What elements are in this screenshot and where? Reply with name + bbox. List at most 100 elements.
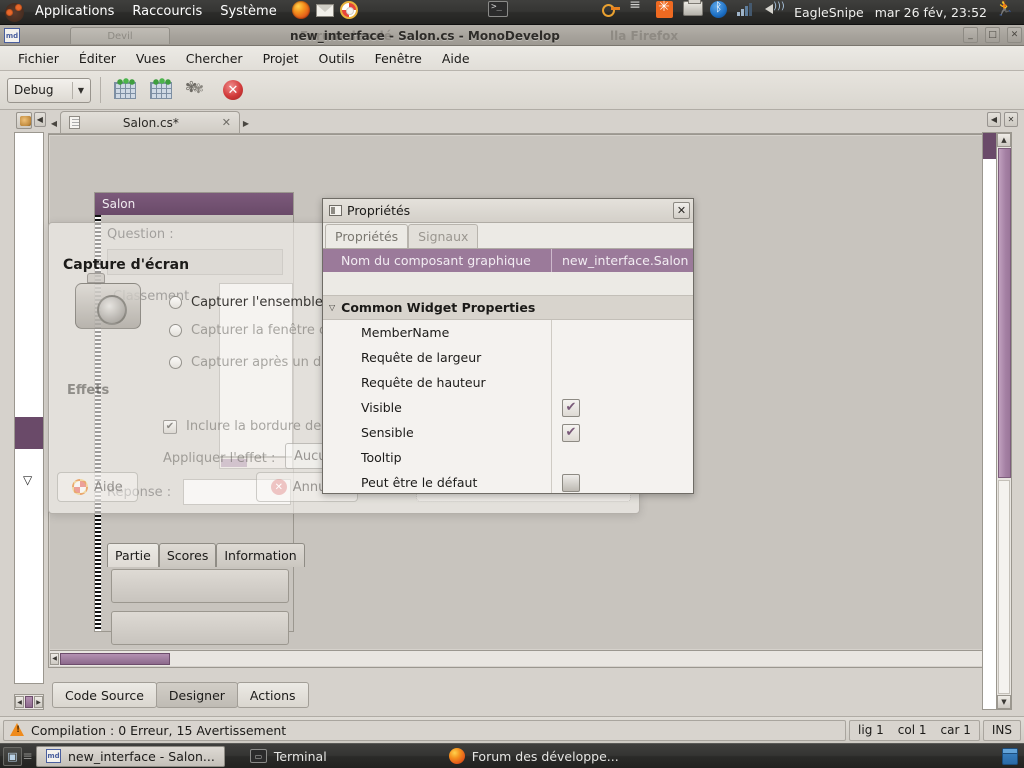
keyring-icon[interactable] [602,1,624,23]
configuration-combobox[interactable]: Debug ▼ [7,77,91,103]
chevron-down-icon[interactable]: ▽ [23,473,32,487]
left-horizontal-scrollbar[interactable]: ◀ ▶ [14,694,44,710]
radio-icon-window[interactable] [169,324,182,337]
section-common-widget-properties[interactable]: ▽ Common Widget Properties [323,295,693,320]
table-row[interactable]: Sensible ✔ [323,420,693,445]
table-row[interactable]: Visible ✔ [323,395,693,420]
designed-tab-information[interactable]: Information [216,543,305,567]
right-pad-collapse-button[interactable]: ◀ [987,112,1001,127]
build-options-button[interactable] [182,76,212,104]
tab-code-source[interactable]: Code Source [52,682,157,708]
pad-collapse-button[interactable]: ◀ [33,112,46,127]
task-monodevelop[interactable]: md new_interface - Salon... [36,745,225,767]
tab-scroll-right-icon[interactable]: ▶ [240,113,252,133]
terminal-icon[interactable] [488,1,510,23]
task-firefox[interactable]: Forum des développe... [440,746,628,767]
build-button[interactable] [110,76,140,104]
mail-icon[interactable] [315,1,338,23]
tab-designer[interactable]: Designer [155,682,238,708]
chevron-down-icon-section-1[interactable]: ▽ [329,303,335,312]
designed-panel-row-2[interactable] [111,611,289,645]
checkbox-sensible[interactable]: ✔ [562,423,580,442]
panel-clock[interactable]: mar 26 fév, 23:52 [871,5,991,20]
minimize-button[interactable]: _ [963,27,978,43]
tab-actions[interactable]: Actions [236,682,309,708]
logout-icon[interactable] [995,0,1017,23]
menu-outils[interactable]: Outils [308,48,364,69]
tab-scroll-left-icon[interactable]: ◀ [48,113,60,133]
document-tab-label: Salon.cs* [122,115,179,130]
task-terminal[interactable]: Terminal [241,746,336,767]
menu-vues[interactable]: Vues [126,48,176,69]
menu-aide[interactable]: Aide [432,48,480,69]
close-icon[interactable]: ✕ [222,116,231,129]
table-row[interactable]: MemberName [323,320,693,345]
right-vertical-scrollbar[interactable]: ▲ ▼ [996,132,1012,710]
help-button[interactable]: Aide [57,472,138,502]
menu-projet[interactable]: Projet [253,48,309,69]
warning-icon [10,723,25,737]
left-document-strip[interactable]: ▽ [14,132,44,684]
panel-menu-applications[interactable]: Applications [26,2,123,22]
panel-username[interactable]: EagleSnipe [790,5,868,20]
checkbox-can-default[interactable] [562,473,580,492]
designed-tab-scores[interactable]: Scores [158,543,217,567]
menu-fenetre[interactable]: Fenêtre [365,48,432,69]
menu-editer[interactable]: Éditer [69,48,126,69]
designed-notebook-tabs: Partie Scores Information [107,541,305,567]
run-button[interactable] [146,76,176,104]
designed-tab-partie[interactable]: Partie [107,543,159,567]
tab-proprietes[interactable]: Propriétés [325,224,409,248]
bluetooth-icon[interactable] [710,0,732,23]
window-titlebar[interactable]: md Devil Forum des dé lla Firefox new_in… [0,25,1024,46]
right-scroll-up-icon[interactable]: ▲ [997,133,1011,147]
ubuntu-logo-icon[interactable] [5,2,24,22]
scroll-left-icon-2[interactable]: ◀ [50,652,59,665]
designed-panel-row-1[interactable] [111,569,289,603]
list-icon[interactable] [629,0,651,23]
panel-menu-raccourcis[interactable]: Raccourcis [123,2,211,22]
checkbox-visible[interactable]: ✔ [562,398,580,417]
table-row[interactable]: Requête de largeur [323,345,693,370]
column-divider [551,370,552,395]
close-button[interactable]: ✕ [1007,27,1022,43]
menu-chercher[interactable]: Chercher [176,48,253,69]
show-desktop-button[interactable]: ▣ [3,746,22,766]
help-icon[interactable] [339,1,362,23]
solution-pad-icon[interactable] [16,112,32,129]
scrollbar-thumb-horizontal[interactable] [60,652,170,665]
menu-fichier[interactable]: Fichier [8,48,69,69]
designer-horizontal-scrollbar[interactable]: ◀ ▶ [50,650,994,666]
update-icon[interactable] [656,0,678,23]
maximize-button[interactable]: □ [985,27,1000,43]
document-tab-strip: ◀ Salon.cs* ✕ ▶ [48,110,1012,134]
properties-list[interactable]: ▽ Common Widget Properties MemberName Re… [323,295,693,493]
printer-icon[interactable] [683,0,705,23]
scroll-left-icon[interactable]: ◀ [15,696,24,708]
properties-close-icon[interactable]: ✕ [673,202,690,219]
document-tab-salon-cs[interactable]: Salon.cs* ✕ [60,111,240,133]
table-row[interactable]: Requête de hauteur [323,370,693,395]
right-pad-close-button[interactable]: ✕ [1004,112,1018,127]
table-row[interactable]: Peut être le défaut [323,470,693,493]
radio-icon-delay[interactable] [169,356,182,369]
right-scroll-down-icon[interactable]: ▼ [997,695,1011,709]
checkbox-icon-include-border[interactable]: ✔ [163,419,177,434]
scroll-right-icon[interactable]: ▶ [34,696,43,708]
radio-icon-desktop[interactable] [169,296,182,309]
right-scrollbar-thumb[interactable] [997,148,1011,478]
firefox-icon[interactable] [291,1,314,23]
insert-mode[interactable]: INS [982,719,1021,741]
status-message[interactable]: Compilation : 0 Erreur, 15 Avertissement [3,719,847,741]
volume-icon[interactable] [764,1,786,23]
stop-button[interactable]: ✕ [218,76,248,104]
properties-pad[interactable]: Propriétés ✕ Propriétés Signaux Nom du c… [322,198,694,494]
scrollbar-thumb[interactable] [25,696,33,708]
network-signal-icon[interactable] [737,1,759,23]
table-row[interactable]: Tooltip [323,445,693,470]
right-scrollbar-trough[interactable] [998,480,1010,694]
panel-menu-systeme[interactable]: Système [211,2,285,22]
trash-icon[interactable] [1002,747,1018,765]
caret-position: lig 1 col 1 car 1 [849,719,980,741]
tab-signaux[interactable]: Signaux [408,224,479,248]
